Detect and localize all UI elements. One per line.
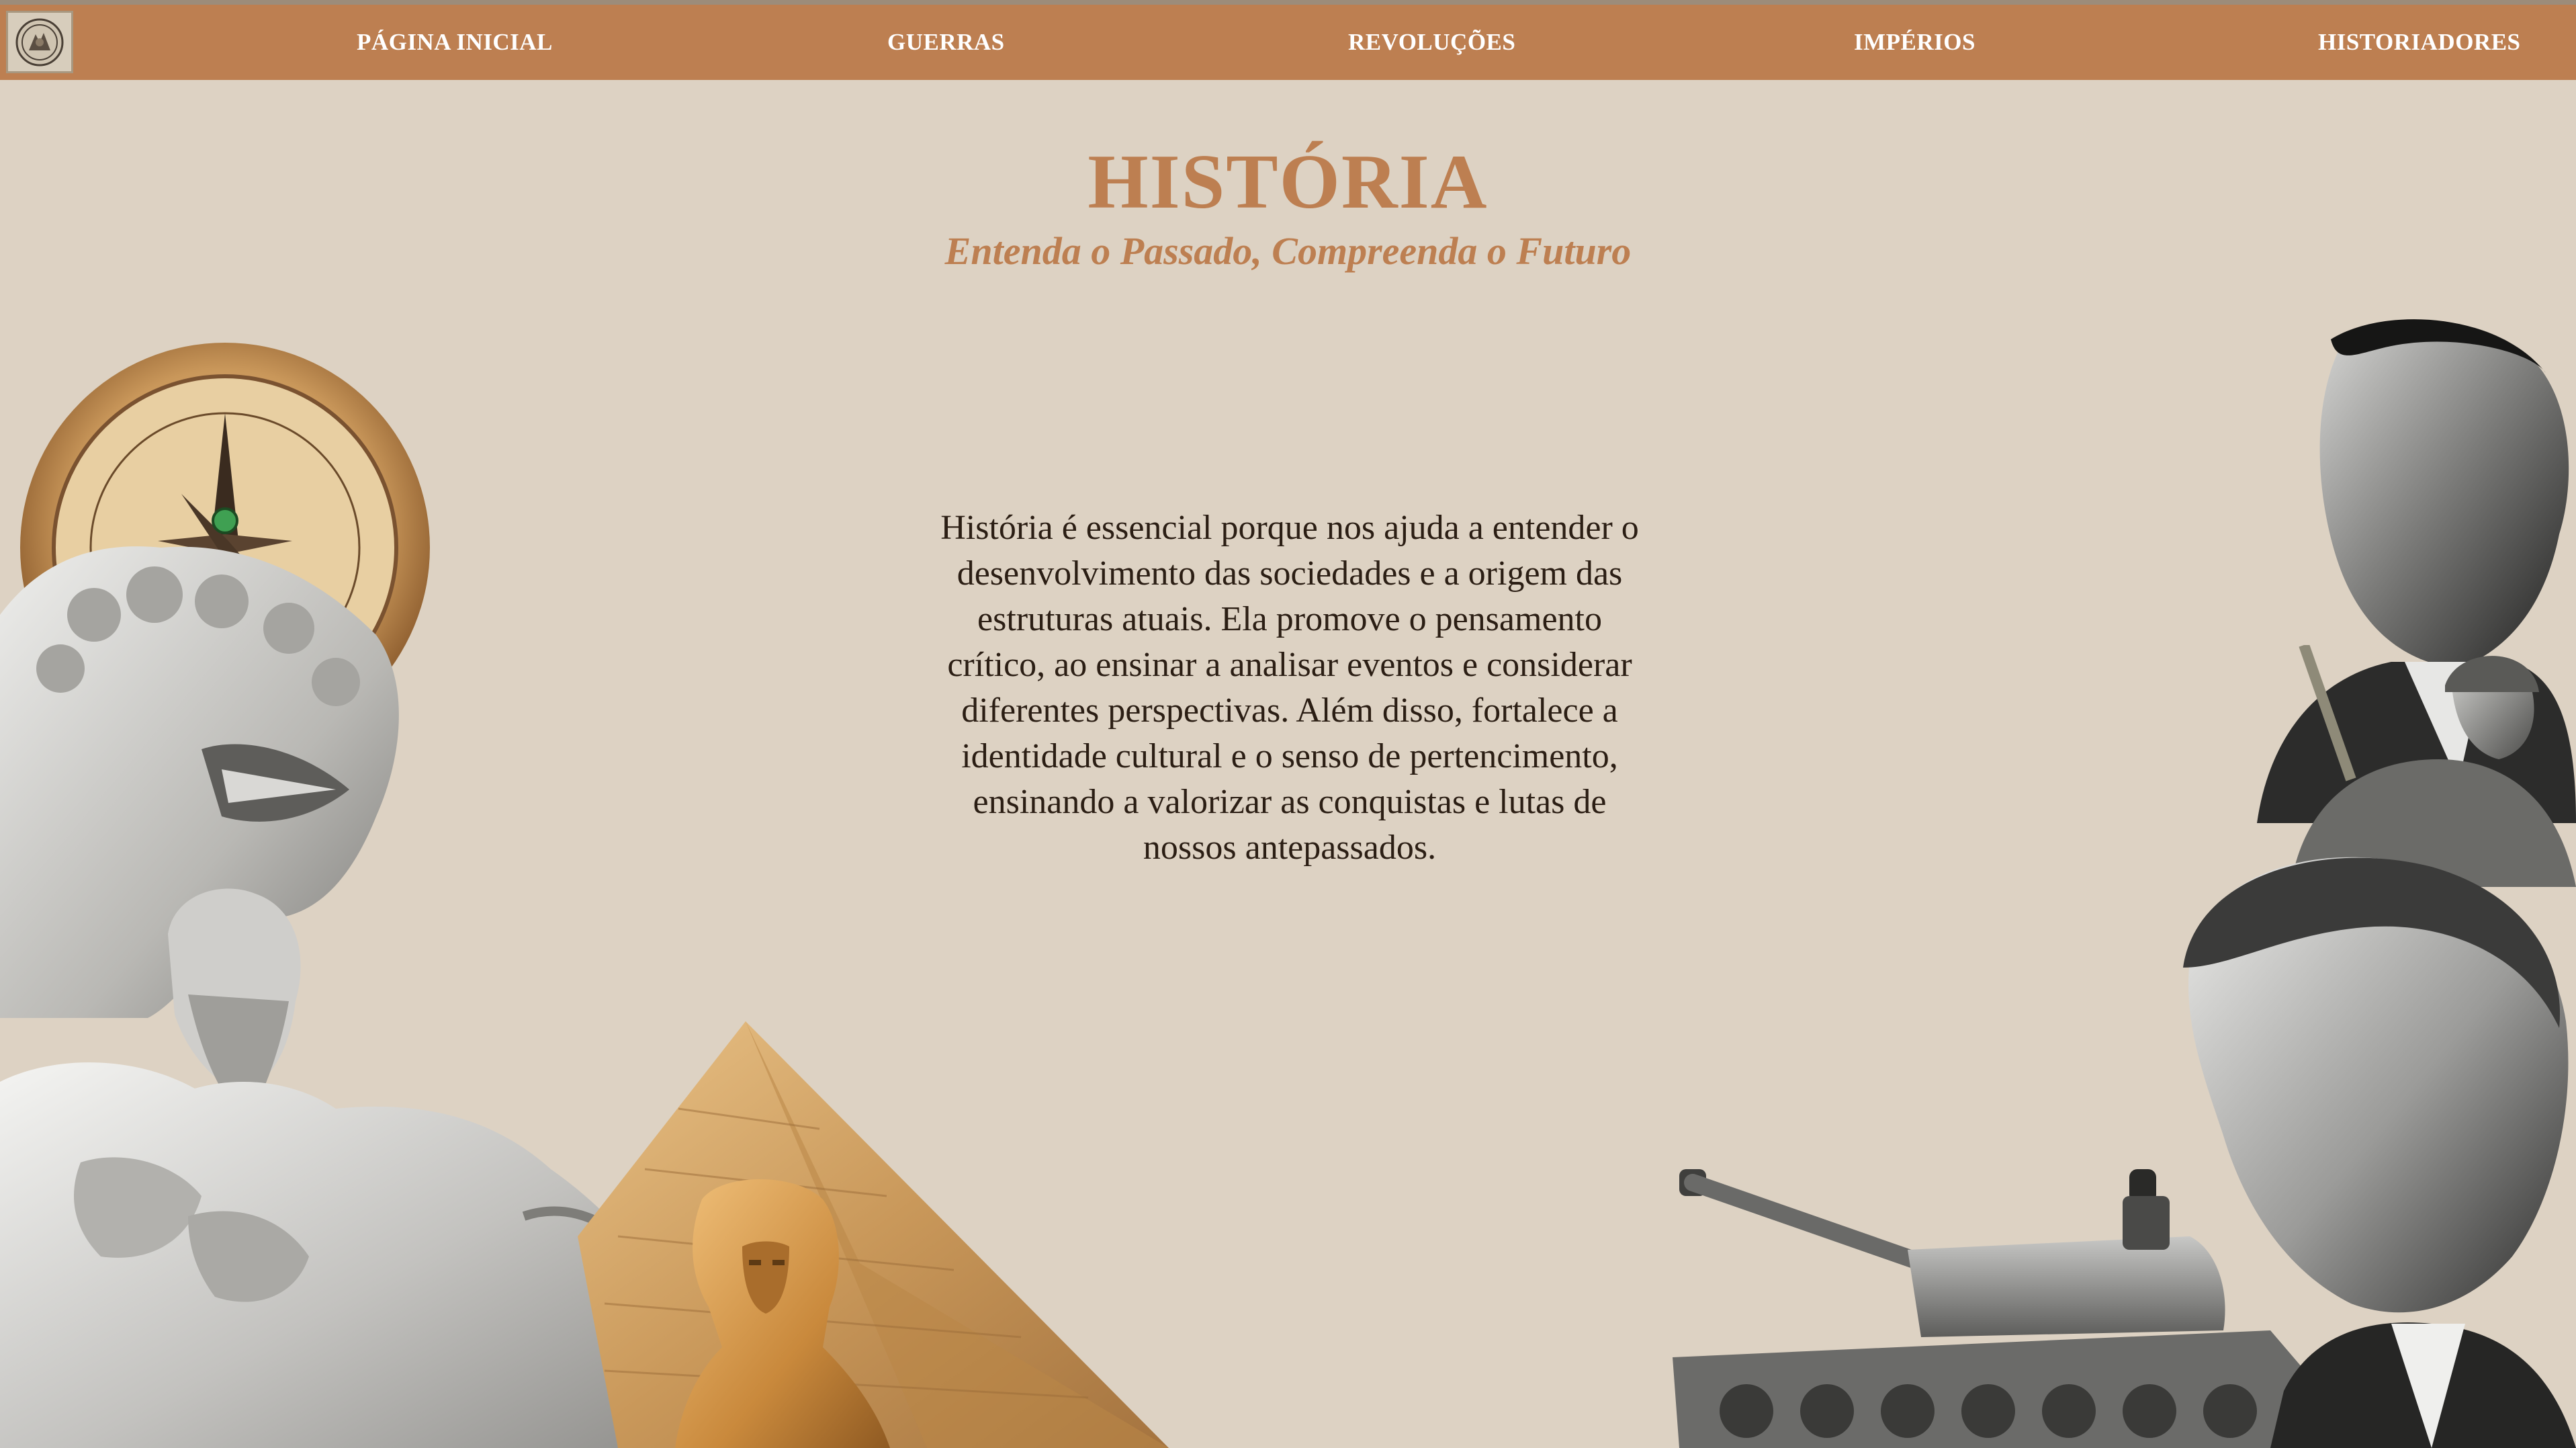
- lion-statue-image: [0, 534, 416, 1018]
- page-title: HISTÓRIA: [1087, 139, 1489, 225]
- zeus-statue-image: [0, 880, 712, 1448]
- nav-link-revolucoes[interactable]: REVOLUÇÕES: [1348, 5, 1515, 80]
- emblem-icon: [15, 18, 64, 66]
- nav-link-historiadores[interactable]: HISTORIADORES: [2318, 5, 2521, 80]
- pyramid-image: [578, 1021, 1182, 1448]
- nav-link-pagina-inicial[interactable]: PÁGINA INICIAL: [357, 5, 553, 80]
- compass-image: [13, 339, 437, 675]
- nav-link-guerras[interactable]: GUERRAS: [887, 5, 1005, 80]
- intro-paragraph: História é essencial porque nos ajuda a …: [940, 509, 1639, 867]
- portrait-image: [2257, 312, 2576, 823]
- soldier-image: [2264, 645, 2576, 887]
- nav-link-imperios[interactable]: IMPÉRIOS: [1854, 5, 1975, 80]
- portrait-image: [2149, 853, 2576, 1448]
- page-subtitle: Entenda o Passado, Compreenda o Futuro: [944, 229, 1632, 273]
- top-border: [0, 0, 2576, 5]
- sphinx-image: [662, 1173, 890, 1448]
- site-logo[interactable]: [6, 11, 73, 73]
- main-navbar: PÁGINA INICIAL GUERRAS REVOLUÇÕES IMPÉRI…: [0, 5, 2576, 80]
- tank-image: [1666, 1156, 2324, 1448]
